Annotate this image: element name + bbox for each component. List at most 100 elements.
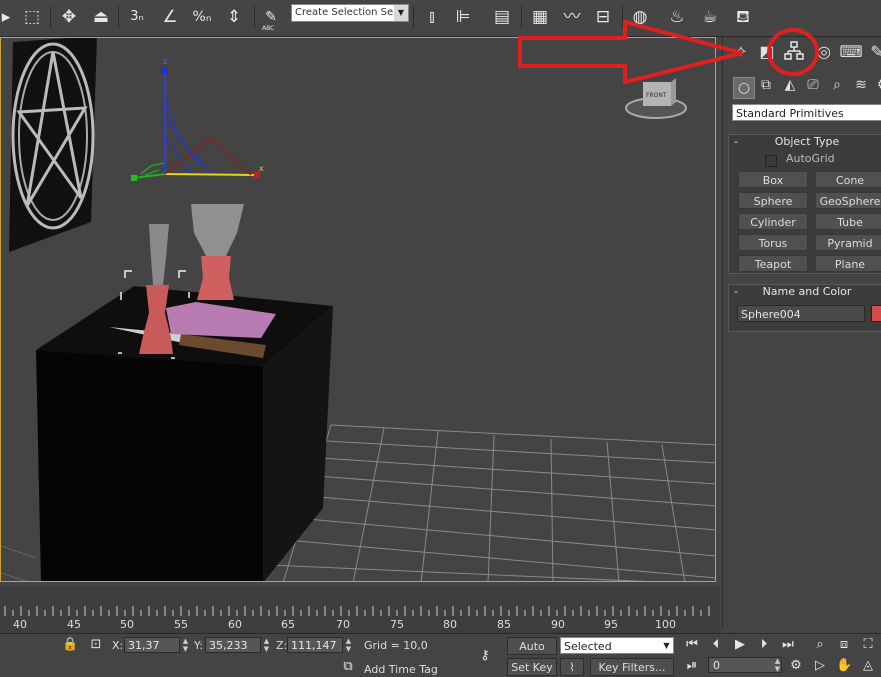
key-mode-dropdown[interactable]: Selected ▼ <box>560 637 674 654</box>
z-coordinate-field[interactable]: 111,147 <box>287 637 343 653</box>
utilities-tab-icon[interactable]: ✎ <box>865 40 881 64</box>
main-toolbar: ▸ ⬚ ✥ ⏏ 3ₙ ∠ %ₙ ⇕ ✎ ABC Create Selection … <box>0 0 881 37</box>
scene-explorer-icon[interactable]: ▦ <box>528 4 552 30</box>
box-button[interactable]: Box <box>738 171 808 188</box>
layer-manager-icon[interactable]: ▤ <box>490 4 514 30</box>
geosphere-button[interactable]: GeoSphere <box>815 192 881 209</box>
scene-canvas[interactable]: z x FRONT <box>1 38 716 582</box>
object-name-field[interactable]: Sphere004 <box>737 305 865 322</box>
ruler-label: 100 <box>655 618 676 631</box>
systems-icon[interactable]: ⚙ <box>873 75 881 95</box>
render-setup-icon[interactable]: ♨ <box>665 4 689 30</box>
chevron-down-icon[interactable]: ▼ <box>660 638 673 653</box>
key-filters-button[interactable]: Key Filters... <box>590 658 674 676</box>
next-frame-icon[interactable]: ⏵ <box>756 637 772 653</box>
ruler-label: 70 <box>336 618 350 631</box>
move-icon[interactable]: ✥ <box>57 4 81 30</box>
cone-button[interactable]: Cone <box>815 171 881 188</box>
modify-tab-icon[interactable]: ◩ <box>755 40 779 64</box>
cylinder-button[interactable]: Cylinder <box>738 213 808 230</box>
y-label: Y: <box>194 639 203 652</box>
go-to-start-icon[interactable]: ⏮ <box>684 637 700 653</box>
helpers-icon[interactable]: ⌕ <box>827 75 847 95</box>
toolbar-divider <box>413 6 414 28</box>
percent-snap-label: % <box>192 9 206 25</box>
key-icon[interactable]: ⚷ <box>474 648 496 664</box>
current-frame-field[interactable]: 0 <box>708 657 782 673</box>
perspective-viewport[interactable]: z x FRONT <box>0 37 716 582</box>
autogrid-checkbox[interactable] <box>765 155 777 167</box>
select-and-place-icon[interactable]: ⏏ <box>89 4 113 30</box>
toolbar-divider <box>50 6 51 28</box>
select-region-icon[interactable]: ⬚ <box>20 4 44 30</box>
display-tab-icon[interactable]: ⌨ <box>839 40 863 64</box>
motion-tab-icon[interactable]: ◎ <box>812 40 836 64</box>
set-key-button[interactable]: Set Key <box>507 658 557 676</box>
key-mode-toggle-icon[interactable]: ⏯ <box>684 658 700 674</box>
cameras-icon[interactable]: ⎚ <box>803 75 823 95</box>
play-icon[interactable]: ▶ <box>732 637 748 653</box>
object-type-header[interactable]: - Object Type <box>729 135 881 149</box>
mirror-icon[interactable]: ⫾ <box>420 4 444 30</box>
x-coordinate-field[interactable]: 31,37 <box>124 637 180 653</box>
toolbar-divider <box>521 6 522 28</box>
time-configuration-icon[interactable]: ⚙ <box>788 658 804 674</box>
zoom-extents-icon[interactable]: ⛶ <box>860 637 876 653</box>
object-color-swatch[interactable] <box>871 305 881 322</box>
collapse-icon[interactable]: - <box>734 285 738 299</box>
selection-set-text: Create Selection Se <box>295 7 394 18</box>
percent-snap-icon[interactable]: %ₙ <box>190 4 214 30</box>
lights-icon[interactable]: ◭ <box>780 75 800 95</box>
space-warps-icon[interactable]: ≋ <box>851 75 871 95</box>
name-and-color-header[interactable]: - Name and Color <box>729 285 881 299</box>
spinner-icon[interactable]: ▲ ▼ <box>773 657 782 673</box>
spinner-icon[interactable]: ▲ ▼ <box>344 637 353 653</box>
category-dropdown[interactable]: Standard Primitives <box>732 104 881 121</box>
x-label: X: <box>112 639 124 652</box>
undo-icon[interactable]: ▸ <box>0 4 18 30</box>
collapse-icon[interactable]: - <box>734 135 738 149</box>
chevron-down-icon[interactable]: ▼ <box>394 5 408 21</box>
edit-named-selection-icon[interactable]: ✎ ABC <box>259 4 283 32</box>
viewcube-icon: FRONT <box>625 78 687 119</box>
schematic-view-icon[interactable]: ⊟ <box>591 4 615 30</box>
spinner-snap-icon[interactable]: ⇕ <box>222 4 246 30</box>
previous-frame-icon[interactable]: ⏴ <box>708 637 724 653</box>
create-tab-icon[interactable]: ✧ <box>729 40 753 64</box>
material-editor-icon[interactable]: ◍ <box>628 4 652 30</box>
rendered-frame-icon[interactable]: ☕ <box>698 4 722 30</box>
absolute-mode-icon[interactable]: ⊡ <box>88 637 104 653</box>
spinner-icon[interactable]: ▲ ▼ <box>181 637 190 653</box>
default-tangent-icon[interactable]: ⌇ <box>560 658 584 676</box>
snap-3d-icon[interactable]: 3ₙ <box>125 4 149 30</box>
axis-z-label: z <box>163 57 167 66</box>
zoom-icon[interactable]: ⌕ <box>812 637 828 653</box>
y-coordinate-field[interactable]: 35,233 <box>205 637 261 653</box>
spinner-icon[interactable]: ▲ ▼ <box>262 637 271 653</box>
teapot-button[interactable]: Teapot <box>738 255 808 272</box>
timeline-ruler[interactable]: 40 45 50 55 60 65 70 75 80 85 90 95 100 <box>0 586 720 633</box>
orbit-icon[interactable]: ◬ <box>860 658 876 674</box>
tube-button[interactable]: Tube <box>815 213 881 230</box>
named-selection-set-dropdown[interactable]: Create Selection Se ▼ <box>291 4 409 22</box>
shapes-icon[interactable]: ⧉ <box>756 75 776 95</box>
torus-button[interactable]: Torus <box>738 234 808 251</box>
render-icon[interactable]: ⛾ <box>731 4 755 30</box>
zoom-all-icon[interactable]: ⧈ <box>836 637 852 653</box>
sphere-button[interactable]: Sphere <box>738 192 808 209</box>
pan-view-icon[interactable]: ✋ <box>836 658 852 674</box>
auto-key-button[interactable]: Auto Key <box>507 637 557 671</box>
hierarchy-tab-icon[interactable] <box>782 40 806 64</box>
hierarchy-glyph <box>784 41 804 60</box>
geometry-icon[interactable]: ○ <box>733 77 755 99</box>
field-of-view-icon[interactable]: ▷ <box>812 658 828 674</box>
align-icon[interactable]: ⊫ <box>451 4 475 30</box>
lock-selection-icon[interactable]: 🔒 <box>62 637 78 653</box>
go-to-end-icon[interactable]: ⏭ <box>780 637 796 653</box>
pyramid-button[interactable]: Pyramid <box>815 234 881 251</box>
add-time-tag-label[interactable]: Add Time Tag <box>364 663 438 676</box>
plane-button[interactable]: Plane <box>815 255 881 272</box>
angle-snap-icon[interactable]: ∠ <box>158 4 182 30</box>
curve-editor-icon[interactable]: 〰 <box>560 4 584 30</box>
time-tag-icon[interactable]: ⧉ <box>340 659 356 675</box>
